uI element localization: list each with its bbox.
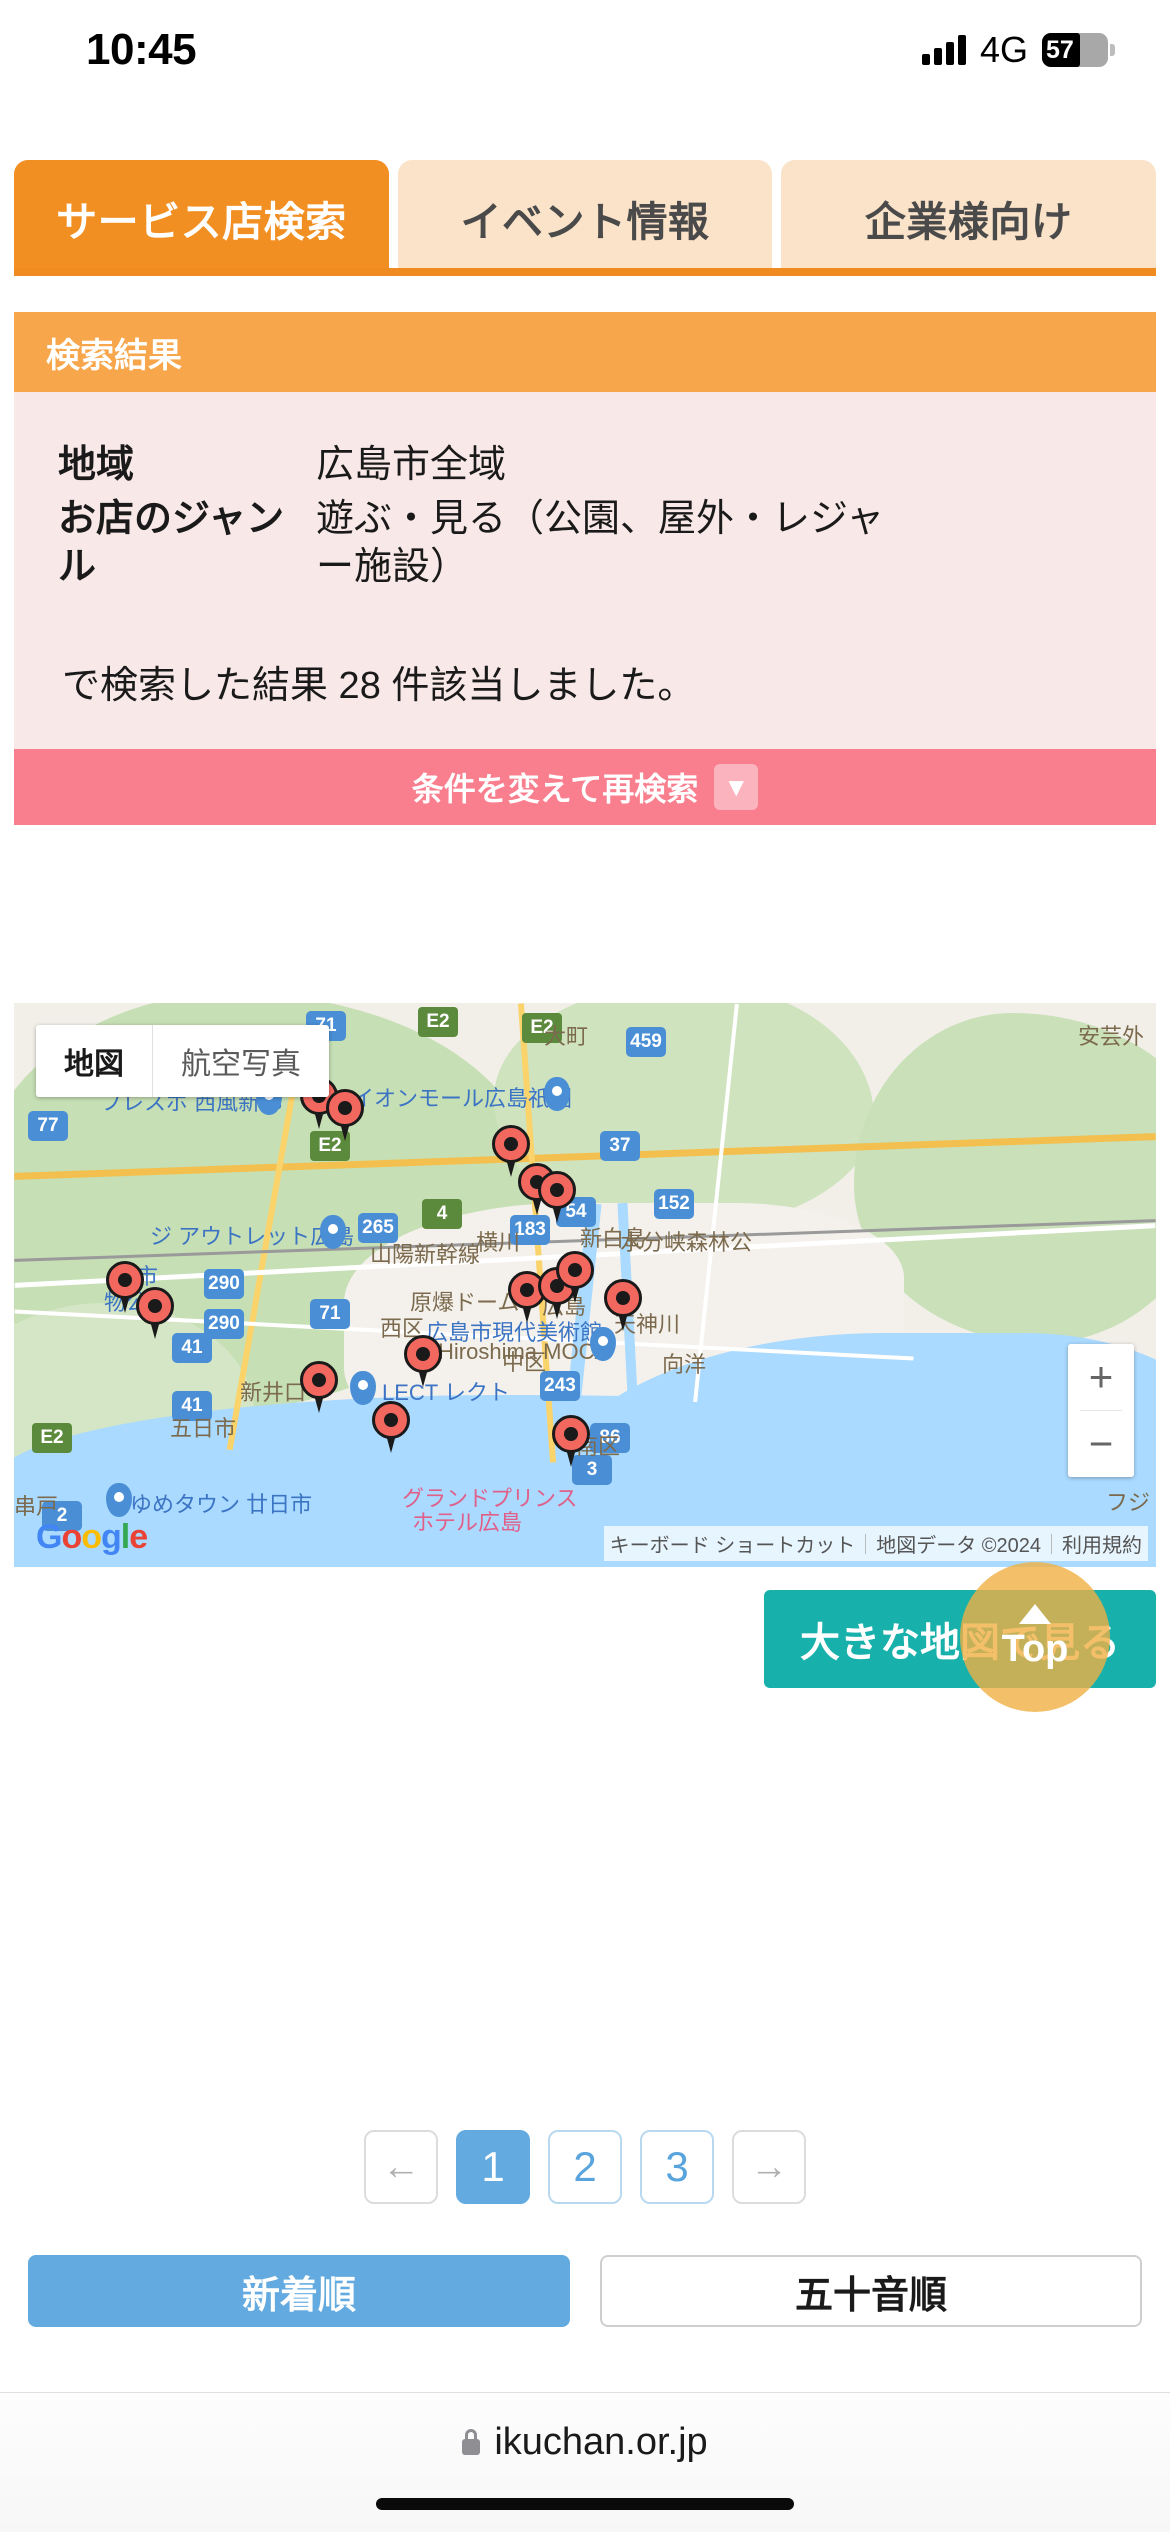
map-result-pin[interactable] [604,1279,642,1331]
sort-controls: 新着順 五十音順 [0,2255,1170,2327]
map-type-satellite-button[interactable]: 航空写真 [153,1025,329,1097]
map-result-pin[interactable] [552,1415,590,1467]
map-result-pin[interactable] [326,1089,364,1141]
sort-alphabetical-button[interactable]: 五十音順 [600,2255,1142,2327]
map-attribution: キーボード ショートカット 地図データ ©2024 利用規約 [603,1526,1148,1561]
pagination-page-1[interactable]: 1 [456,2130,530,2204]
main-tabs: サービス店検索 イベント情報 企業様向け [0,160,1170,276]
search-result-header: 検索結果 [14,312,1156,392]
pagination-next-button[interactable]: → [732,2130,806,2204]
map-poi-label: 山陽新幹線 [370,1242,481,1267]
keyboard-shortcuts-link[interactable]: キーボード ショートカット [610,1529,856,1558]
map-data-text: 地図データ ©2024 [876,1535,1041,1557]
map-poi-label: 水分峡森林公 [620,1230,753,1255]
status-time: 10:45 [86,25,197,74]
map-poi-label: フジ [1106,1490,1151,1515]
refine-search-label: 条件を変えて再検索 [411,770,699,807]
zoom-in-button[interactable]: + [1068,1344,1134,1410]
route-shield: 4 [422,1199,462,1229]
network-type-label: 4G [979,29,1028,70]
browser-bottom-bar: ikuchan.or.jp [0,2392,1170,2532]
phone-screen: 10:45 4G 57 サービス店検索 イベント情報 企業様向け 検索結果 地域… [0,0,1170,2532]
home-indicator[interactable] [376,2498,794,2510]
route-shield: 71 [310,1299,350,1329]
results-map[interactable]: 71 E2 E2 459 77 E2 37 4 265 183 152 54 2… [14,1003,1156,1567]
route-shield: 77 [28,1111,68,1141]
scroll-to-top-label: Top [1001,1627,1069,1670]
route-shield: E2 [32,1423,72,1453]
search-result-panel: 検索結果 地域 広島市全域 お店のジャンル 遊ぶ・見る（公園、屋外・レジャー施設… [14,312,1156,825]
route-shield: E2 [418,1007,458,1037]
google-logo: Google [36,1518,148,1556]
shop-marker-icon [320,1215,346,1249]
map-poi-label: ホテル広島 [412,1510,523,1535]
battery-percent-label: 57 [1046,36,1074,64]
map-result-pin[interactable] [300,1361,338,1413]
status-indicators: 4G 57 [921,29,1115,71]
criteria-value-genre: 遊ぶ・見る（公園、屋外・レジャー施設） [316,497,885,588]
criteria-row-area: 地域 広島市全域 [58,442,1112,490]
tab-for-companies[interactable]: 企業様向け [781,160,1157,276]
map-poi-label: 新井口 [240,1380,307,1405]
tab-event-info[interactable]: イベント情報 [397,160,773,276]
map-type-toggle: 地図 航空写真 [36,1025,329,1097]
route-shield: 41 [172,1333,212,1363]
result-summary-text: で検索した結果 28 件該当しました。 [62,664,696,707]
tab-underline [14,268,1156,276]
criteria-key-area: 地域 [58,444,135,486]
route-shield: 152 [654,1189,694,1219]
map-poi-label: ゆめタウン 廿日市 [130,1492,313,1517]
map-type-map-button[interactable]: 地図 [36,1025,152,1097]
map-poi-label: イオンモール広島祇園 [352,1086,573,1111]
shop-marker-icon [106,1483,132,1517]
route-shield: 37 [600,1131,640,1161]
map-result-pin[interactable] [556,1251,594,1303]
url-bar[interactable]: ikuchan.or.jp [0,2421,1170,2464]
sort-newest-button[interactable]: 新着順 [28,2255,570,2327]
map-poi-label: 向洋 [662,1352,707,1377]
tab-service-search[interactable]: サービス店検索 [14,160,389,276]
map-result-pin[interactable] [372,1401,410,1453]
scroll-to-top-button[interactable]: Top [960,1562,1110,1712]
map-result-pin[interactable] [136,1287,174,1339]
refine-search-button[interactable]: 条件を変えて再検索 ▼ [14,748,1156,825]
map-poi-label: 原爆ドーム [410,1290,520,1315]
pagination-page-2[interactable]: 2 [548,2130,622,2204]
signal-bars-icon [921,35,966,65]
battery-icon: 57 [1042,33,1115,67]
museum-marker-icon [590,1327,616,1361]
search-result-body: 地域 広島市全域 お店のジャンル 遊ぶ・見る（公園、屋外・レジャー施設） で検索… [14,392,1156,749]
criteria-row-genre: お店のジャンル 遊ぶ・見る（公園、屋外・レジャー施設） [58,496,1112,592]
shop-marker-icon [350,1371,376,1405]
url-text: ikuchan.or.jp [494,2421,708,2463]
map-poi-label: 串戸 [14,1494,59,1519]
pagination: ← 1 2 3 → [0,2130,1170,2204]
route-shield: 290 [204,1269,244,1299]
route-shield: 459 [626,1027,666,1057]
status-bar: 10:45 4G 57 [0,0,1170,100]
criteria-key-genre: お店のジャンル [58,497,285,588]
map-poi-label: 横川 [476,1230,521,1255]
criteria-value-area: 広島市全域 [316,444,507,486]
lock-icon [462,2428,481,2455]
zoom-out-button[interactable]: − [1068,1411,1134,1477]
shop-marker-icon [544,1077,570,1111]
map-result-pin[interactable] [538,1171,576,1223]
map-poi-label: 大町 [544,1024,589,1049]
pagination-page-3[interactable]: 3 [640,2130,714,2204]
pagination-prev-button[interactable]: ← [364,2130,438,2204]
map-zoom-controls: + − [1068,1344,1134,1477]
map-poi-label: 中区 [502,1350,547,1375]
map-result-pin[interactable] [404,1335,442,1387]
chevron-down-icon: ▼ [714,763,759,810]
map-poi-label: 五日市 [170,1416,237,1441]
arrow-up-icon [1019,1603,1051,1624]
terms-link[interactable]: 利用規約 [1062,1529,1142,1558]
map-poi-label: 安芸外 [1078,1024,1145,1049]
